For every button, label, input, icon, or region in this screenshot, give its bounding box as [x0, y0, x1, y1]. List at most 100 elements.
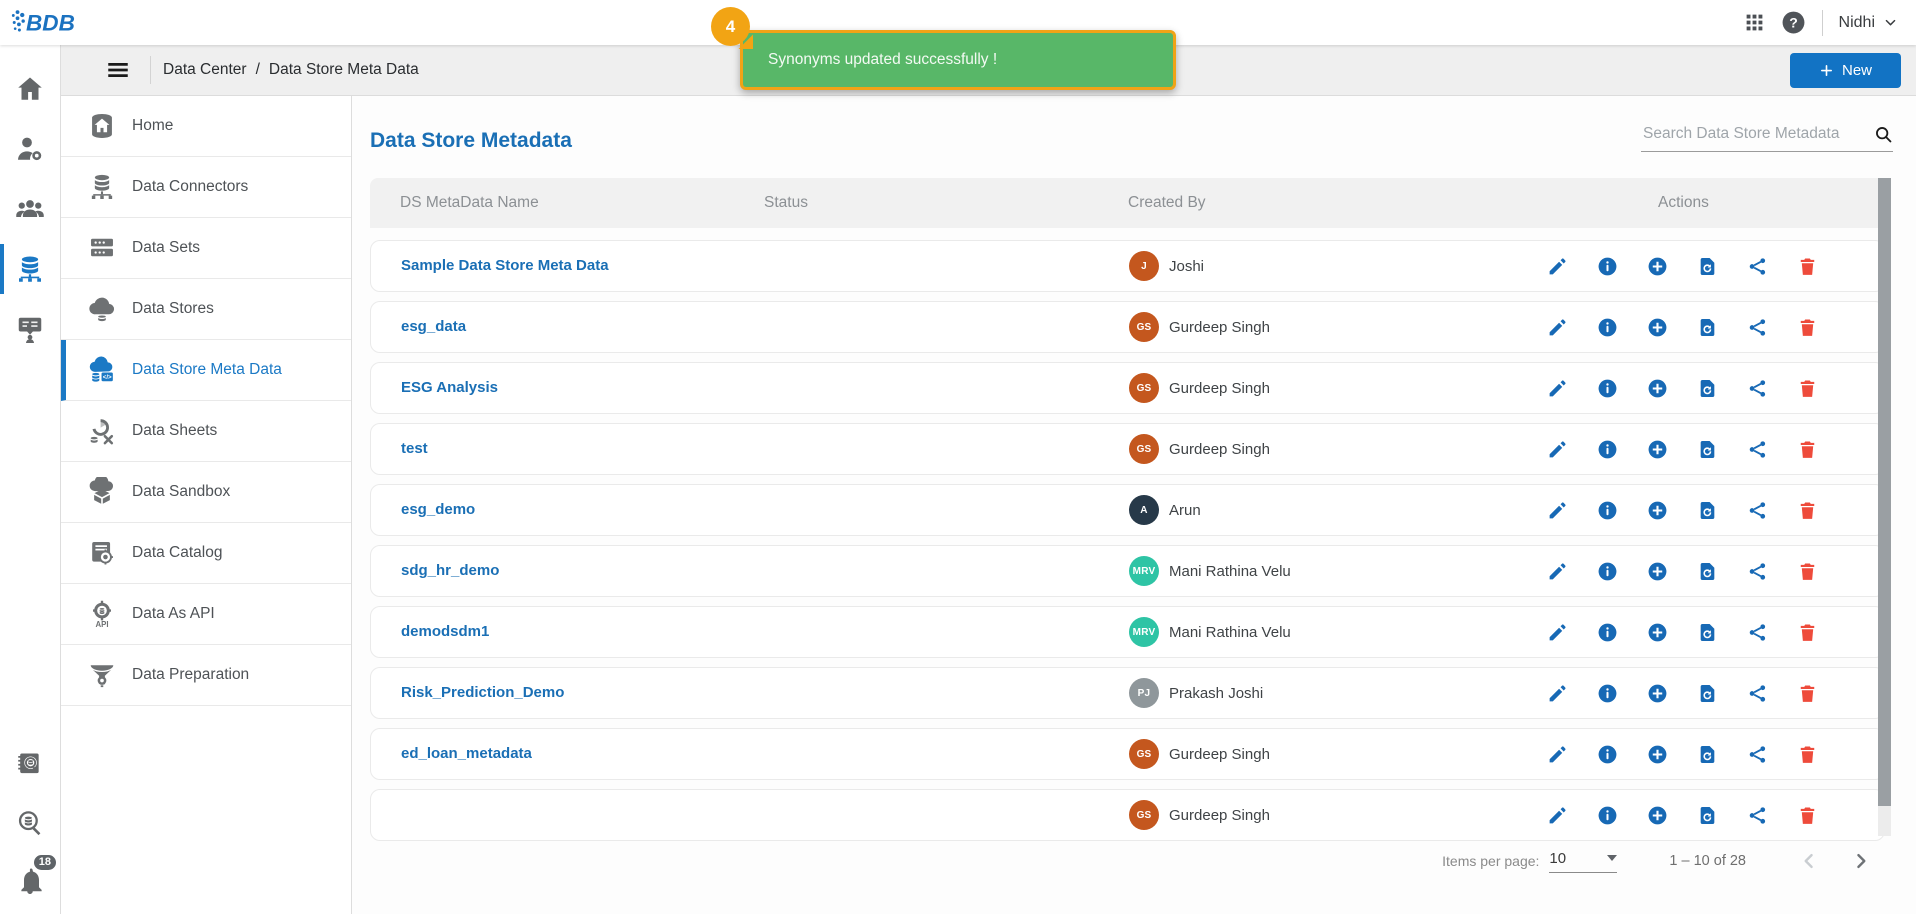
rail-item-home[interactable] — [0, 59, 60, 119]
info-icon[interactable] — [1597, 317, 1618, 338]
sidebar-item-data-preparation[interactable]: Data Preparation — [61, 645, 351, 706]
restore-document-icon[interactable] — [1697, 744, 1718, 765]
scrollbar-thumb[interactable] — [1878, 178, 1891, 806]
rail-item-notifications-bell[interactable]: 18 — [0, 852, 60, 910]
restore-document-icon[interactable] — [1697, 561, 1718, 582]
delete-icon[interactable] — [1797, 622, 1818, 643]
sidebar-item-data-sandbox[interactable]: Data Sandbox — [61, 462, 351, 523]
restore-document-icon[interactable] — [1697, 256, 1718, 277]
restore-document-icon[interactable] — [1697, 622, 1718, 643]
search-input[interactable] — [1641, 124, 1874, 144]
rail-item-data-search[interactable] — [0, 794, 60, 852]
delete-icon[interactable] — [1797, 744, 1818, 765]
row-name-link[interactable]: Risk_Prediction_Demo — [371, 684, 564, 701]
info-icon[interactable] — [1597, 744, 1618, 765]
rail-item-monitor-user[interactable] — [0, 299, 60, 359]
restore-document-icon[interactable] — [1697, 805, 1718, 826]
add-icon[interactable] — [1647, 439, 1668, 460]
row-name-link[interactable]: Sample Data Store Meta Data — [371, 257, 609, 274]
edit-icon[interactable] — [1547, 256, 1568, 277]
add-icon[interactable] — [1647, 500, 1668, 521]
info-icon[interactable] — [1597, 256, 1618, 277]
delete-icon[interactable] — [1797, 378, 1818, 399]
row-name-link[interactable]: esg_demo — [371, 501, 475, 518]
info-icon[interactable] — [1597, 378, 1618, 399]
user-menu[interactable]: Nidhi — [1839, 14, 1898, 32]
edit-icon[interactable] — [1547, 500, 1568, 521]
add-icon[interactable] — [1647, 256, 1668, 277]
info-icon[interactable] — [1597, 500, 1618, 521]
delete-icon[interactable] — [1797, 256, 1818, 277]
hamburger-menu-icon[interactable] — [105, 57, 131, 83]
sidebar-item-data-stores[interactable]: Data Stores — [61, 279, 351, 340]
add-icon[interactable] — [1647, 744, 1668, 765]
new-button[interactable]: New — [1790, 53, 1901, 88]
info-icon[interactable] — [1597, 622, 1618, 643]
sidebar-item-home[interactable]: Home — [61, 96, 351, 157]
edit-icon[interactable] — [1547, 622, 1568, 643]
next-page-button[interactable] — [1850, 850, 1872, 872]
rail-item-data-center[interactable] — [0, 239, 60, 299]
edit-icon[interactable] — [1547, 439, 1568, 460]
share-icon[interactable] — [1747, 744, 1768, 765]
share-icon[interactable] — [1747, 500, 1768, 521]
share-icon[interactable] — [1747, 805, 1768, 826]
info-icon[interactable] — [1597, 805, 1618, 826]
info-icon[interactable] — [1597, 683, 1618, 704]
help-icon[interactable]: ? — [1781, 10, 1806, 35]
delete-icon[interactable] — [1797, 317, 1818, 338]
edit-icon[interactable] — [1547, 378, 1568, 399]
add-icon[interactable] — [1647, 683, 1668, 704]
row-name-link[interactable]: ESG Analysis — [371, 379, 498, 396]
edit-icon[interactable] — [1547, 744, 1568, 765]
restore-document-icon[interactable] — [1697, 439, 1718, 460]
share-icon[interactable] — [1747, 683, 1768, 704]
rail-item-user-settings[interactable] — [0, 119, 60, 179]
add-icon[interactable] — [1647, 378, 1668, 399]
sidebar-item-data-sets[interactable]: Data Sets — [61, 218, 351, 279]
restore-document-icon[interactable] — [1697, 500, 1718, 521]
share-icon[interactable] — [1747, 439, 1768, 460]
breadcrumb-parent[interactable]: Data Center — [163, 61, 247, 79]
edit-icon[interactable] — [1547, 317, 1568, 338]
row-name-link[interactable]: demodsdm1 — [371, 623, 489, 640]
sidebar-item-data-catalog[interactable]: Data Catalog — [61, 523, 351, 584]
delete-icon[interactable] — [1797, 439, 1818, 460]
sidebar-item-data-store-meta-data[interactable]: </> Data Store Meta Data — [61, 340, 351, 401]
rail-item-data-dictionary-search[interactable] — [0, 736, 60, 794]
items-per-page-select[interactable]: 10 — [1549, 850, 1617, 873]
row-name-link[interactable]: ed_loan_metadata — [371, 745, 532, 762]
share-icon[interactable] — [1747, 317, 1768, 338]
previous-page-button[interactable] — [1798, 850, 1820, 872]
info-icon[interactable] — [1597, 561, 1618, 582]
edit-icon[interactable] — [1547, 561, 1568, 582]
vertical-scrollbar[interactable] — [1878, 178, 1891, 836]
edit-icon[interactable] — [1547, 805, 1568, 826]
add-icon[interactable] — [1647, 805, 1668, 826]
share-icon[interactable] — [1747, 622, 1768, 643]
sidebar-item-data-connectors[interactable]: Data Connectors — [61, 157, 351, 218]
sidebar-item-data-sheets[interactable]: Data Sheets — [61, 401, 351, 462]
delete-icon[interactable] — [1797, 683, 1818, 704]
share-icon[interactable] — [1747, 378, 1768, 399]
search-icon[interactable] — [1874, 125, 1893, 144]
restore-document-icon[interactable] — [1697, 683, 1718, 704]
add-icon[interactable] — [1647, 317, 1668, 338]
share-icon[interactable] — [1747, 256, 1768, 277]
restore-document-icon[interactable] — [1697, 317, 1718, 338]
edit-icon[interactable] — [1547, 683, 1568, 704]
apps-grid-icon[interactable] — [1744, 12, 1765, 33]
rail-item-users-group[interactable] — [0, 179, 60, 239]
row-name-link[interactable]: test — [371, 440, 428, 457]
row-name-link[interactable]: esg_data — [371, 318, 466, 335]
restore-document-icon[interactable] — [1697, 378, 1718, 399]
add-icon[interactable] — [1647, 561, 1668, 582]
info-icon[interactable] — [1597, 439, 1618, 460]
delete-icon[interactable] — [1797, 561, 1818, 582]
delete-icon[interactable] — [1797, 500, 1818, 521]
sidebar-item-data-as-api[interactable]: API Data As API — [61, 584, 351, 645]
add-icon[interactable] — [1647, 622, 1668, 643]
row-name-link[interactable] — [371, 806, 401, 823]
row-name-link[interactable]: sdg_hr_demo — [371, 562, 499, 579]
delete-icon[interactable] — [1797, 805, 1818, 826]
